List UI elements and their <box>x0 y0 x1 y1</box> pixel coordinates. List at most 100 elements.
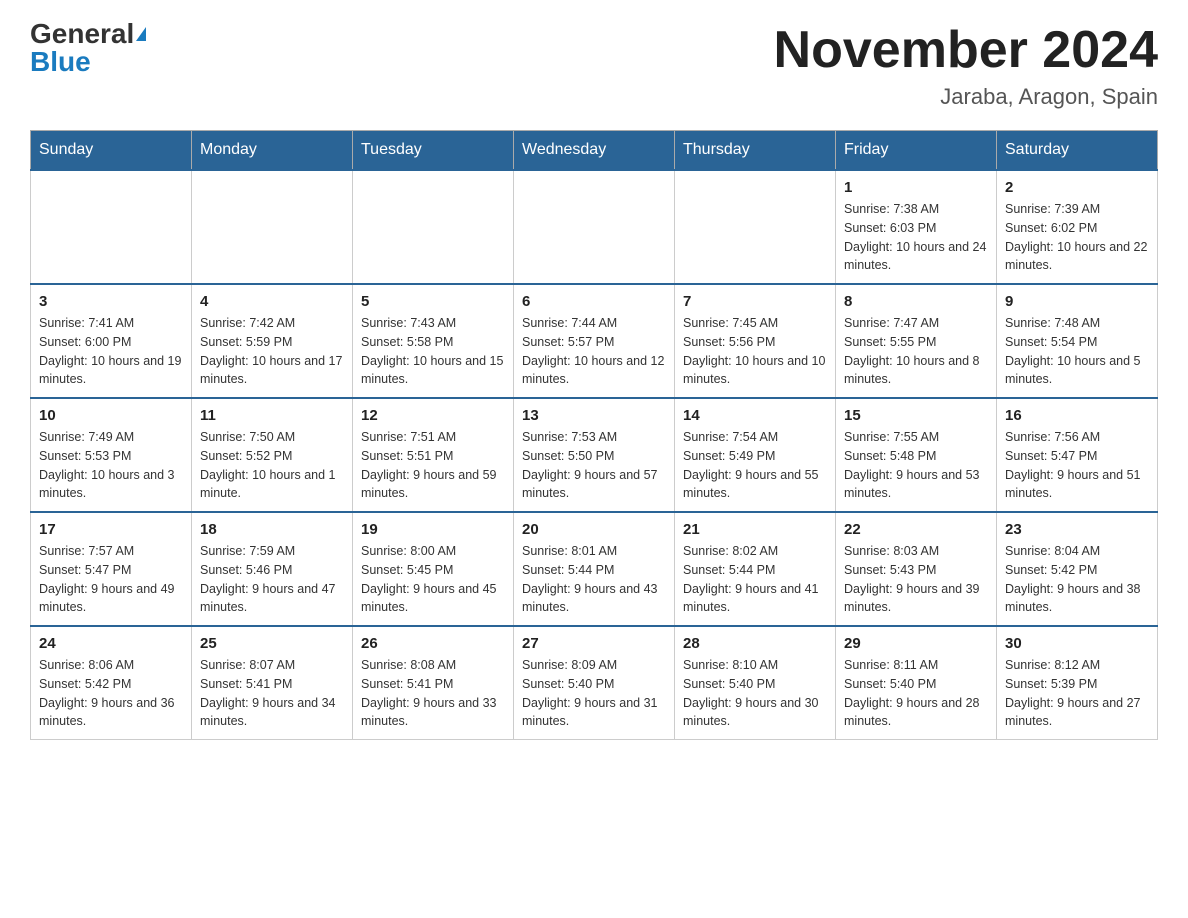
calendar-day-cell: 20 Sunrise: 8:01 AMSunset: 5:44 PMDayligh… <box>514 512 675 626</box>
calendar-weekday-header: Tuesday <box>353 131 514 171</box>
day-info: Sunrise: 7:43 AMSunset: 5:58 PMDaylight:… <box>361 314 505 389</box>
day-info: Sunrise: 8:03 AMSunset: 5:43 PMDaylight:… <box>844 542 988 617</box>
header: General Blue November 2024 Jaraba, Arago… <box>30 20 1158 110</box>
calendar-day-cell: 27 Sunrise: 8:09 AMSunset: 5:40 PMDayligh… <box>514 626 675 740</box>
calendar-day-cell: 18 Sunrise: 7:59 AMSunset: 5:46 PMDayligh… <box>192 512 353 626</box>
day-number: 26 <box>361 635 505 652</box>
day-number: 22 <box>844 521 988 538</box>
day-info: Sunrise: 7:41 AMSunset: 6:00 PMDaylight:… <box>39 314 183 389</box>
day-info: Sunrise: 8:11 AMSunset: 5:40 PMDaylight:… <box>844 656 988 731</box>
day-info: Sunrise: 7:57 AMSunset: 5:47 PMDaylight:… <box>39 542 183 617</box>
calendar-day-cell: 15 Sunrise: 7:55 AMSunset: 5:48 PMDayligh… <box>836 398 997 512</box>
calendar-day-cell: 12 Sunrise: 7:51 AMSunset: 5:51 PMDayligh… <box>353 398 514 512</box>
calendar-day-cell: 17Sunrise: 7:57 AMSunset: 5:47 PMDayligh… <box>31 512 192 626</box>
day-info: Sunrise: 7:39 AMSunset: 6:02 PMDaylight:… <box>1005 200 1149 275</box>
calendar-day-cell: 23Sunrise: 8:04 AMSunset: 5:42 PMDayligh… <box>997 512 1158 626</box>
logo-triangle-icon <box>136 27 146 41</box>
day-info: Sunrise: 7:56 AMSunset: 5:47 PMDaylight:… <box>1005 428 1149 503</box>
day-info: Sunrise: 8:10 AMSunset: 5:40 PMDaylight:… <box>683 656 827 731</box>
day-number: 20 <box>522 521 666 538</box>
day-info: Sunrise: 8:02 AMSunset: 5:44 PMDaylight:… <box>683 542 827 617</box>
day-number: 16 <box>1005 407 1149 424</box>
day-number: 10 <box>39 407 183 424</box>
day-number: 21 <box>683 521 827 538</box>
calendar-week-row: 17Sunrise: 7:57 AMSunset: 5:47 PMDayligh… <box>31 512 1158 626</box>
calendar-day-cell: 30Sunrise: 8:12 AMSunset: 5:39 PMDayligh… <box>997 626 1158 740</box>
logo-general-text: General <box>30 20 134 48</box>
day-info: Sunrise: 7:47 AMSunset: 5:55 PMDaylight:… <box>844 314 988 389</box>
day-info: Sunrise: 8:12 AMSunset: 5:39 PMDaylight:… <box>1005 656 1149 731</box>
day-info: Sunrise: 7:51 AMSunset: 5:51 PMDaylight:… <box>361 428 505 503</box>
day-number: 7 <box>683 293 827 310</box>
day-number: 9 <box>1005 293 1149 310</box>
calendar-day-cell: 28 Sunrise: 8:10 AMSunset: 5:40 PMDayligh… <box>675 626 836 740</box>
day-number: 24 <box>39 635 183 652</box>
logo-blue-text: Blue <box>30 48 91 76</box>
calendar-day-cell: 26 Sunrise: 8:08 AMSunset: 5:41 PMDayligh… <box>353 626 514 740</box>
calendar-day-cell: 1Sunrise: 7:38 AMSunset: 6:03 PMDaylight… <box>836 170 997 284</box>
day-number: 29 <box>844 635 988 652</box>
calendar-day-cell: 21 Sunrise: 8:02 AMSunset: 5:44 PMDayligh… <box>675 512 836 626</box>
day-info: Sunrise: 8:01 AMSunset: 5:44 PMDaylight:… <box>522 542 666 617</box>
calendar-day-cell: 25 Sunrise: 8:07 AMSunset: 5:41 PMDayligh… <box>192 626 353 740</box>
calendar-weekday-header: Friday <box>836 131 997 171</box>
day-info: Sunrise: 8:06 AMSunset: 5:42 PMDaylight:… <box>39 656 183 731</box>
calendar-week-row: 1Sunrise: 7:38 AMSunset: 6:03 PMDaylight… <box>31 170 1158 284</box>
day-info: Sunrise: 7:54 AMSunset: 5:49 PMDaylight:… <box>683 428 827 503</box>
day-number: 14 <box>683 407 827 424</box>
calendar-weekday-header: Wednesday <box>514 131 675 171</box>
day-info: Sunrise: 8:09 AMSunset: 5:40 PMDaylight:… <box>522 656 666 731</box>
calendar-week-row: 24 Sunrise: 8:06 AMSunset: 5:42 PMDayligh… <box>31 626 1158 740</box>
calendar-table: SundayMondayTuesdayWednesdayThursdayFrid… <box>30 130 1158 740</box>
day-info: Sunrise: 7:55 AMSunset: 5:48 PMDaylight:… <box>844 428 988 503</box>
day-info: Sunrise: 7:45 AMSunset: 5:56 PMDaylight:… <box>683 314 827 389</box>
calendar-day-cell: 5 Sunrise: 7:43 AMSunset: 5:58 PMDaylight… <box>353 284 514 398</box>
calendar-week-row: 10 Sunrise: 7:49 AMSunset: 5:53 PMDayligh… <box>31 398 1158 512</box>
calendar-day-cell: 9 Sunrise: 7:48 AMSunset: 5:54 PMDaylight… <box>997 284 1158 398</box>
calendar-day-cell: 4 Sunrise: 7:42 AMSunset: 5:59 PMDaylight… <box>192 284 353 398</box>
location-subtitle: Jaraba, Aragon, Spain <box>774 84 1158 110</box>
day-number: 11 <box>200 407 344 424</box>
day-info: Sunrise: 7:53 AMSunset: 5:50 PMDaylight:… <box>522 428 666 503</box>
day-info: Sunrise: 7:59 AMSunset: 5:46 PMDaylight:… <box>200 542 344 617</box>
calendar-day-cell: 6Sunrise: 7:44 AMSunset: 5:57 PMDaylight… <box>514 284 675 398</box>
calendar-day-cell <box>675 170 836 284</box>
day-number: 8 <box>844 293 988 310</box>
day-number: 2 <box>1005 179 1149 196</box>
day-number: 18 <box>200 521 344 538</box>
calendar-day-cell <box>192 170 353 284</box>
calendar-day-cell: 14 Sunrise: 7:54 AMSunset: 5:49 PMDayligh… <box>675 398 836 512</box>
calendar-week-row: 3 Sunrise: 7:41 AMSunset: 6:00 PMDaylight… <box>31 284 1158 398</box>
day-number: 3 <box>39 293 183 310</box>
day-info: Sunrise: 7:50 AMSunset: 5:52 PMDaylight:… <box>200 428 344 503</box>
calendar-weekday-header: Saturday <box>997 131 1158 171</box>
day-number: 25 <box>200 635 344 652</box>
day-number: 6 <box>522 293 666 310</box>
day-number: 5 <box>361 293 505 310</box>
calendar-day-cell: 2 Sunrise: 7:39 AMSunset: 6:02 PMDaylight… <box>997 170 1158 284</box>
day-info: Sunrise: 7:42 AMSunset: 5:59 PMDaylight:… <box>200 314 344 389</box>
calendar-day-cell <box>353 170 514 284</box>
calendar-weekday-header: Thursday <box>675 131 836 171</box>
calendar-day-cell: 16 Sunrise: 7:56 AMSunset: 5:47 PMDayligh… <box>997 398 1158 512</box>
page-title: November 2024 <box>774 20 1158 80</box>
calendar-day-cell: 8 Sunrise: 7:47 AMSunset: 5:55 PMDaylight… <box>836 284 997 398</box>
day-info: Sunrise: 7:49 AMSunset: 5:53 PMDaylight:… <box>39 428 183 503</box>
calendar-day-cell: 29 Sunrise: 8:11 AMSunset: 5:40 PMDayligh… <box>836 626 997 740</box>
day-number: 12 <box>361 407 505 424</box>
calendar-day-cell: 19Sunrise: 8:00 AMSunset: 5:45 PMDayligh… <box>353 512 514 626</box>
title-section: November 2024 Jaraba, Aragon, Spain <box>774 20 1158 110</box>
day-number: 23 <box>1005 521 1149 538</box>
day-info: Sunrise: 8:08 AMSunset: 5:41 PMDaylight:… <box>361 656 505 731</box>
day-number: 15 <box>844 407 988 424</box>
day-number: 1 <box>844 179 988 196</box>
day-number: 4 <box>200 293 344 310</box>
calendar-day-cell: 7 Sunrise: 7:45 AMSunset: 5:56 PMDaylight… <box>675 284 836 398</box>
calendar-day-cell <box>31 170 192 284</box>
calendar-day-cell: 24 Sunrise: 8:06 AMSunset: 5:42 PMDayligh… <box>31 626 192 740</box>
calendar-day-cell: 13Sunrise: 7:53 AMSunset: 5:50 PMDayligh… <box>514 398 675 512</box>
day-info: Sunrise: 7:48 AMSunset: 5:54 PMDaylight:… <box>1005 314 1149 389</box>
day-number: 28 <box>683 635 827 652</box>
day-number: 27 <box>522 635 666 652</box>
day-info: Sunrise: 8:07 AMSunset: 5:41 PMDaylight:… <box>200 656 344 731</box>
